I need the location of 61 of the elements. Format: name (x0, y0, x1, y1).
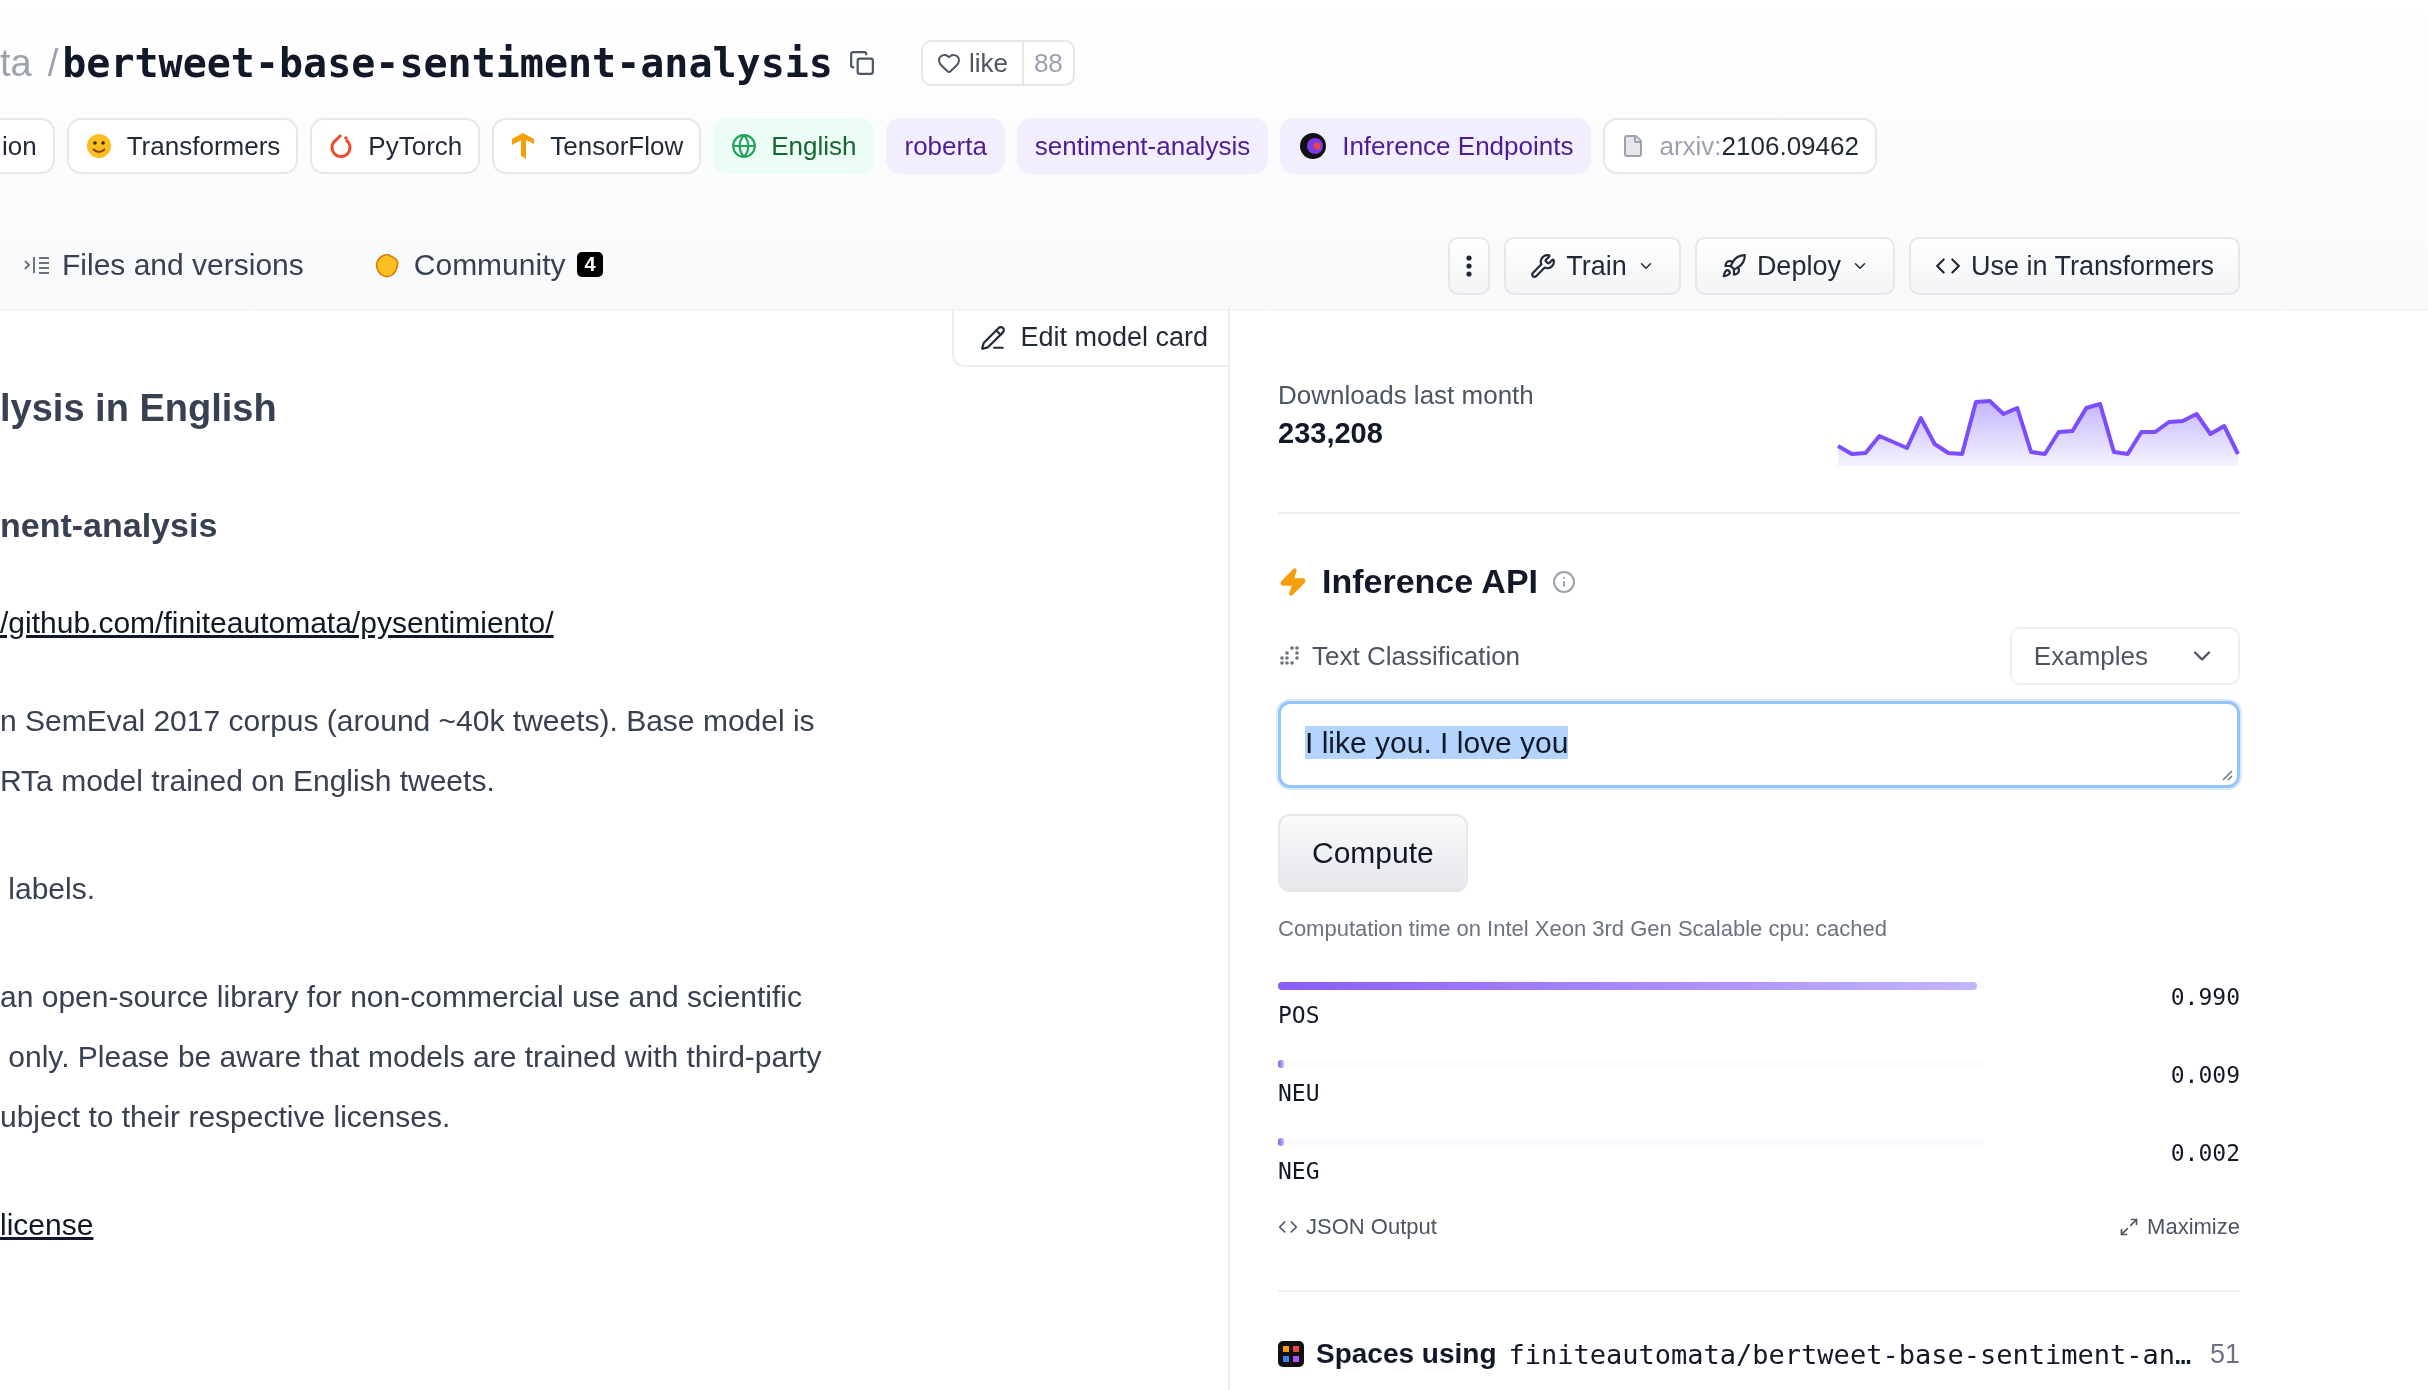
score-value: 0.002 (2170, 1140, 2240, 1166)
spaces-model-name: finiteautomata/bertweet-base-sentiment-an… (1508, 1338, 2192, 1370)
score-label: NEU (1278, 1080, 1321, 1106)
paragraph: n SemEval 2017 corpus (around ~40k tweets). Base model is RTa model trained on English tweets. (0, 703, 816, 799)
score-label: NEG (1278, 1158, 1321, 1184)
maximize-icon (2119, 1217, 2140, 1237)
score-label: POS (1278, 1002, 1321, 1028)
heart-icon (936, 51, 961, 75)
text-input[interactable]: I like you. I love you (1278, 701, 2240, 788)
edit-model-card-button[interactable]: Edit model card (952, 310, 1228, 367)
tag[interactable]: roberta (886, 118, 1005, 174)
more-button[interactable] (1448, 237, 1491, 295)
lightning-icon (1278, 566, 1308, 597)
tag[interactable]: English (713, 118, 875, 174)
paragraph: an open-source library for non-commercial use and scientific only. Please be aware that models are trained with third-party ubject to their respective licenses. (0, 979, 823, 1135)
link[interactable]: /github.com/finiteautomata/pysentimiento/ (0, 603, 1228, 643)
like-count: 88 (1021, 42, 1073, 84)
globe-icon (731, 133, 758, 159)
maximize-link[interactable]: Maximize (2119, 1214, 2240, 1240)
downloads-count: 233,208 (1278, 417, 1384, 450)
tag[interactable]: sentiment-analysis (1016, 118, 1269, 174)
examples-dropdown[interactable]: Examples (2009, 627, 2240, 685)
wrench-icon (1530, 253, 1557, 279)
tag[interactable]: arxiv:2106.09462 (1603, 118, 1877, 174)
info-icon[interactable] (1552, 569, 1577, 594)
tab[interactable]: Files and versions (0, 236, 322, 296)
spaces-count: 51 (2209, 1338, 2240, 1370)
json-output-link[interactable]: JSON Output (1278, 1214, 1437, 1240)
pencil-icon (980, 324, 1007, 351)
paragraph: labels. (7, 871, 97, 907)
smiley-icon (84, 132, 113, 160)
action-button[interactable]: Deploy (1694, 237, 1895, 295)
action-button[interactable]: Use in Transformers (1908, 237, 2240, 295)
count-badge: 4 (577, 252, 603, 277)
tag[interactable]: Inference Endpoints (1280, 118, 1592, 174)
computation-note: Computation time on Intel Xeon 3rd Gen Scalable cpu: cached (1278, 916, 1889, 942)
inference-title: Inference API (1322, 562, 1539, 601)
copy-icon[interactable] (848, 50, 875, 76)
tag[interactable]: PyTorch (310, 118, 481, 174)
like-button[interactable]: like 88 (920, 40, 1075, 86)
endpoint-logo-icon (1298, 131, 1329, 161)
downloads-label: Downloads last month (1278, 380, 1534, 411)
action-button[interactable]: Train (1504, 237, 1681, 295)
tag[interactable]: TensorFlow (492, 118, 702, 174)
section-subheading: nent-analysis (0, 506, 219, 545)
more-icon (1466, 255, 1473, 277)
score-value: 0.990 (2170, 984, 2240, 1010)
task-label: Text Classification (1312, 640, 1521, 672)
tag[interactable]: ion (0, 118, 55, 174)
compute-button[interactable]: Compute (1278, 814, 1468, 892)
model-title: bertweet-base-sentiment-analysis (62, 40, 833, 86)
tab[interactable]: Community 4 (347, 236, 621, 296)
dots-icon (1278, 644, 1302, 668)
section-heading: lysis in English (0, 387, 278, 430)
grid-icon (1278, 1341, 1304, 1367)
link[interactable]: license (0, 1205, 1228, 1245)
tag[interactable]: Transformers (66, 118, 299, 174)
spaces-label: Spaces using (1316, 1338, 1497, 1370)
rocket-icon (1720, 253, 1747, 279)
score-value: 0.009 (2170, 1062, 2240, 1088)
path-separator: / (47, 41, 59, 85)
